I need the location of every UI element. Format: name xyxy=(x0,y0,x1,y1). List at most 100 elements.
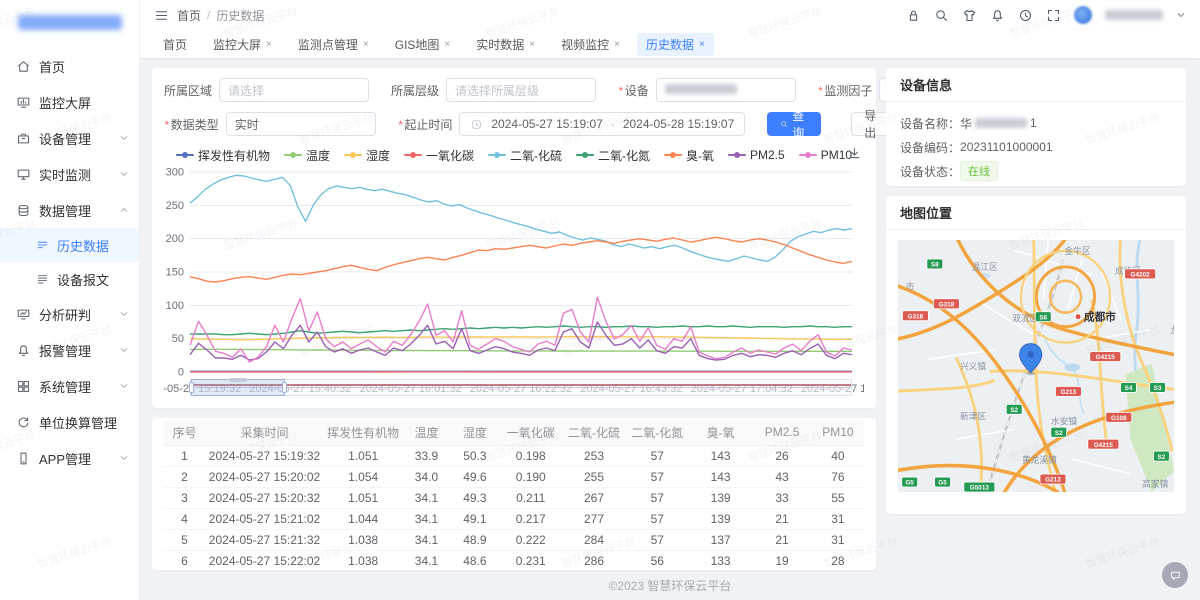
tab-GIS地图[interactable]: GIS地图× xyxy=(386,33,460,56)
legend-item-湿度[interactable]: 湿度 xyxy=(344,147,390,164)
tab-close-icon[interactable]: × xyxy=(444,39,450,50)
table-cell: 284 xyxy=(562,529,625,550)
sidebar-item-分析研判[interactable]: 分析研判 xyxy=(0,296,139,332)
legend-item-二氧-化氮[interactable]: 二氧-化氮 xyxy=(576,147,650,164)
sidebar-item-首页[interactable]: 首页 xyxy=(0,48,139,84)
table-cell: 143 xyxy=(689,466,752,487)
sidebar-item-APP管理[interactable]: APP管理 xyxy=(0,440,139,476)
tab-close-icon[interactable]: × xyxy=(614,39,620,50)
chevron-down-icon[interactable] xyxy=(1176,10,1186,20)
device-select[interactable] xyxy=(656,78,796,102)
table-cell: 1.051 xyxy=(324,487,402,508)
tab-首页[interactable]: 首页 xyxy=(154,33,196,56)
tab-监测点管理[interactable]: 监测点管理× xyxy=(289,33,378,56)
tab-close-icon[interactable]: × xyxy=(699,39,705,50)
road-shield: S2 xyxy=(1051,427,1067,437)
road-shield: S6 xyxy=(1035,312,1051,322)
table-header-row: 序号采集时间挥发性有机物温度湿度一氧化碳二氧-化硫二氧-化氮臭-氧PM2.5PM… xyxy=(164,420,864,445)
legend-marker xyxy=(799,154,817,156)
svg-text:0: 0 xyxy=(178,367,184,379)
sidebar-item-报警管理[interactable]: 报警管理 xyxy=(0,332,139,368)
breadcrumb-home[interactable]: 首页 xyxy=(177,7,201,24)
sidebar-item-设备管理[interactable]: 设备管理 xyxy=(0,120,139,156)
legend-item-一氧化碳[interactable]: 一氧化碳 xyxy=(404,147,474,164)
svg-text:G318: G318 xyxy=(939,301,955,308)
table-cell: 267 xyxy=(562,487,625,508)
table-cell: 57 xyxy=(626,466,689,487)
legend-item-温度[interactable]: 温度 xyxy=(284,147,330,164)
clock-icon[interactable] xyxy=(1018,8,1033,23)
svg-text:S4: S4 xyxy=(1125,385,1133,392)
level-select[interactable]: 请选择所属层级 xyxy=(446,78,596,102)
datazoom-slider[interactable] xyxy=(190,379,852,396)
table-row[interactable]: 52024-05-27 15:21:321.03834.148.90.22228… xyxy=(164,529,864,550)
sidebar-item-单位换算管理[interactable]: 单位换算管理 xyxy=(0,404,139,440)
sidebar-item-监控大屏[interactable]: 监控大屏 xyxy=(0,84,139,120)
tab-监控大屏[interactable]: 监控大屏× xyxy=(204,33,281,56)
table-row[interactable]: 42024-05-27 15:21:021.04434.149.10.21727… xyxy=(164,508,864,529)
tab-bar: 首页监控大屏× 监测点管理× GIS地图× 实时数据× 视频监控× 历史数据× xyxy=(140,30,1200,58)
fullscreen-icon[interactable] xyxy=(1046,8,1061,23)
history-data-table: 序号采集时间挥发性有机物温度湿度一氧化碳二氧-化硫二氧-化氮臭-氧PM2.5PM… xyxy=(164,420,864,570)
svg-text:G318: G318 xyxy=(908,313,924,320)
table-cell: 139 xyxy=(689,487,752,508)
datazoom-handle-right[interactable] xyxy=(282,382,287,393)
table-cell: 137 xyxy=(689,529,752,550)
hamburger-icon[interactable] xyxy=(154,8,169,23)
sidebar-item-数据管理[interactable]: 数据管理 xyxy=(0,192,139,228)
breadcrumb-current: 历史数据 xyxy=(216,7,264,24)
lock-icon[interactable] xyxy=(906,8,921,23)
start-time[interactable]: 2024-05-27 15:19:07 xyxy=(491,117,602,131)
sidebar-item-label: 数据管理 xyxy=(39,201,119,220)
table-cell: 1.054 xyxy=(324,466,402,487)
svg-text:S2: S2 xyxy=(1055,430,1063,437)
sidebar-item-label: 单位换算管理 xyxy=(39,413,129,432)
region-select[interactable]: 请选择 xyxy=(219,78,369,102)
column-header: 一氧化碳 xyxy=(499,420,562,445)
tab-close-icon[interactable]: × xyxy=(266,39,272,50)
chat-fab-button[interactable] xyxy=(1162,562,1188,588)
legend-item-PM2.5[interactable]: PM2.5 xyxy=(728,148,785,162)
sidebar-item-实时监测[interactable]: 实时监测 xyxy=(0,156,139,192)
table-row[interactable]: 22024-05-27 15:20:021.05434.049.60.19025… xyxy=(164,466,864,487)
tab-close-icon[interactable]: × xyxy=(529,39,535,50)
map-title: 地图位置 xyxy=(886,196,1186,230)
tab-历史数据[interactable]: 历史数据× xyxy=(637,33,714,56)
map-label: 黄龙溪镇 xyxy=(1022,454,1057,465)
bell-icon[interactable] xyxy=(990,8,1005,23)
shirt-icon[interactable] xyxy=(962,8,977,23)
legend-item-臭-氧[interactable]: 臭-氧 xyxy=(664,147,714,164)
sidebar-subitem-设备报文[interactable]: 设备报文 xyxy=(0,262,139,296)
legend-marker xyxy=(176,154,194,156)
map[interactable]: 温江区金牛区成华区市双流区龙兴义镇新津区水安镇黄龙溪镇高家镇S8G318G318… xyxy=(898,240,1174,492)
sidebar-item-系统管理[interactable]: 系统管理 xyxy=(0,368,139,404)
sidebar-subitem-历史数据[interactable]: 历史数据 xyxy=(0,228,139,262)
datazoom-window[interactable] xyxy=(191,379,285,396)
table-row[interactable]: 62024-05-27 15:22:021.03834.148.60.23128… xyxy=(164,550,864,570)
legend-item-挥发性有机物[interactable]: 挥发性有机物 xyxy=(176,147,270,164)
tab-视频监控[interactable]: 视频监控× xyxy=(552,33,629,56)
export-button[interactable]: 导出 xyxy=(851,112,889,136)
user-avatar[interactable] xyxy=(1074,6,1092,24)
download-icon[interactable] xyxy=(847,146,862,161)
legend-item-二氧-化硫[interactable]: 二氧-化硫 xyxy=(488,147,562,164)
table-row[interactable]: 12024-05-27 15:19:321.05133.950.30.19825… xyxy=(164,445,864,466)
svg-text:G213: G213 xyxy=(1061,389,1077,396)
datazoom-handle-left[interactable] xyxy=(189,382,194,393)
required-mark: * xyxy=(164,118,169,132)
legend-item-PM10[interactable]: PM10 xyxy=(799,148,852,162)
table-row[interactable]: 32024-05-27 15:20:321.05134.149.30.21126… xyxy=(164,487,864,508)
tab-实时数据[interactable]: 实时数据× xyxy=(467,33,544,56)
doc-icon xyxy=(36,273,49,286)
tab-close-icon[interactable]: × xyxy=(363,39,369,50)
search-icon[interactable] xyxy=(934,8,949,23)
search-button[interactable]: 查询 xyxy=(767,112,821,136)
end-time[interactable]: 2024-05-28 15:19:07 xyxy=(623,117,734,131)
datatype-select[interactable]: 实时 xyxy=(226,112,376,136)
datazoom-grip[interactable] xyxy=(229,378,247,382)
table-cell: 277 xyxy=(562,508,625,529)
table-cell: 31 xyxy=(812,508,864,529)
sidebar-item-label: 分析研判 xyxy=(39,305,119,324)
line-chart[interactable]: 050100150200250300 xyxy=(164,166,854,378)
timerange-input[interactable]: 2024-05-27 15:19:07 - 2024-05-28 15:19:0… xyxy=(459,112,745,136)
